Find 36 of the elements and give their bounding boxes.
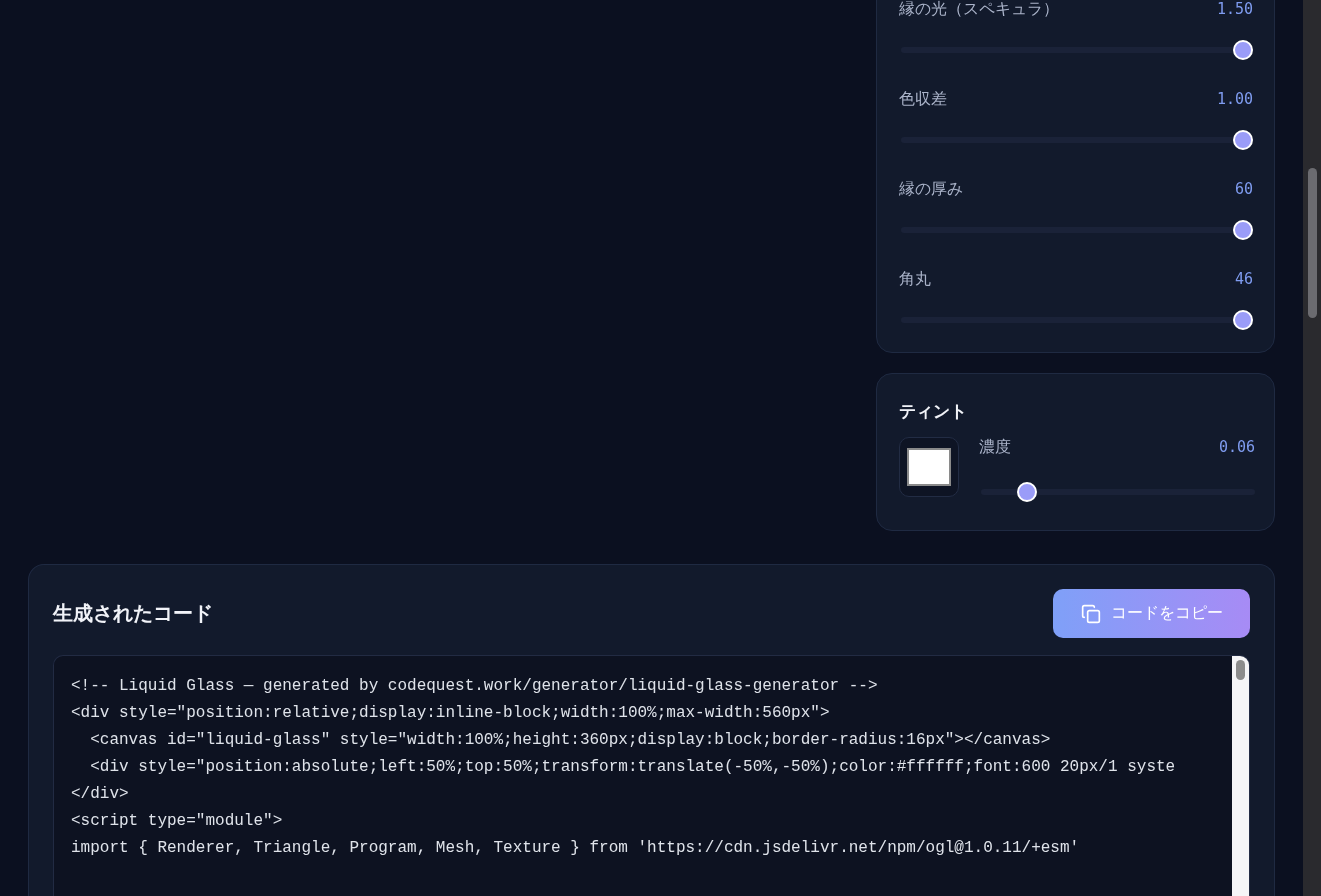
slider-label: 縁の厚み — [899, 178, 963, 200]
code-line: <div style="position:absolute;left:50%;top:50%;transform:translate(-50%,-50%);color:#ffffff;font:600 20px/1 syste — [89, 757, 1177, 778]
scrollbar[interactable] — [1303, 0, 1321, 896]
copy-icon — [1080, 603, 1101, 624]
slider-thumb[interactable] — [1233, 40, 1253, 60]
color-picker[interactable] — [899, 437, 959, 497]
scrollbar-thumb[interactable] — [1236, 660, 1245, 680]
slider-track[interactable] — [899, 40, 1253, 60]
panel-title: ティント — [899, 400, 968, 423]
code-line: <canvas id="liquid-glass" style="width:100%;height:360px;display:block;border-radius:16px"></canvas> — [89, 730, 1052, 751]
slider-label: 濃度 — [979, 436, 1011, 458]
slider-track[interactable] — [979, 482, 1255, 502]
scrollbar-thumb[interactable] — [1307, 168, 1317, 318]
code-line: <div style="position:relative;display:inline-block;width:100%;max-width:560px"> — [71, 703, 831, 724]
slider-value: 46 — [1234, 270, 1253, 288]
copy-button[interactable]: コードをコピー — [1053, 589, 1250, 638]
slider-thumb[interactable] — [1233, 130, 1253, 150]
slider-track[interactable] — [899, 220, 1253, 240]
slider-value: 60 — [1234, 180, 1253, 198]
slider-label: 色収差 — [899, 88, 947, 110]
slider-label: 縁の光（スペキュラ） — [899, 0, 1059, 20]
slider-value: 1.50 — [1216, 0, 1253, 18]
slider-value: 0.06 — [1218, 438, 1255, 456]
slider-track[interactable] — [899, 310, 1253, 330]
code-line: </div> — [71, 784, 130, 805]
code-line: import { Renderer, Triangle, Program, Mesh, Texture } from 'https://cdn.jsdelivr.net/npm/ogl@1.0.11/+esm' — [71, 838, 1081, 859]
code-line: <script type="module"> — [71, 811, 284, 832]
slider-value: 1.00 — [1216, 90, 1253, 108]
slider-track[interactable] — [899, 130, 1253, 150]
slider-thumb[interactable] — [1233, 310, 1253, 330]
slider-label: 角丸 — [899, 268, 931, 290]
scrollbar[interactable] — [1232, 656, 1249, 896]
slider-thumb[interactable] — [1233, 220, 1253, 240]
slider-thumb[interactable] — [1017, 482, 1038, 502]
panel-title: 生成されたコード — [53, 600, 213, 627]
code-line: <!-- Liquid Glass — generated by codequest.work/generator/liquid-glass-generator --> — [71, 676, 879, 697]
